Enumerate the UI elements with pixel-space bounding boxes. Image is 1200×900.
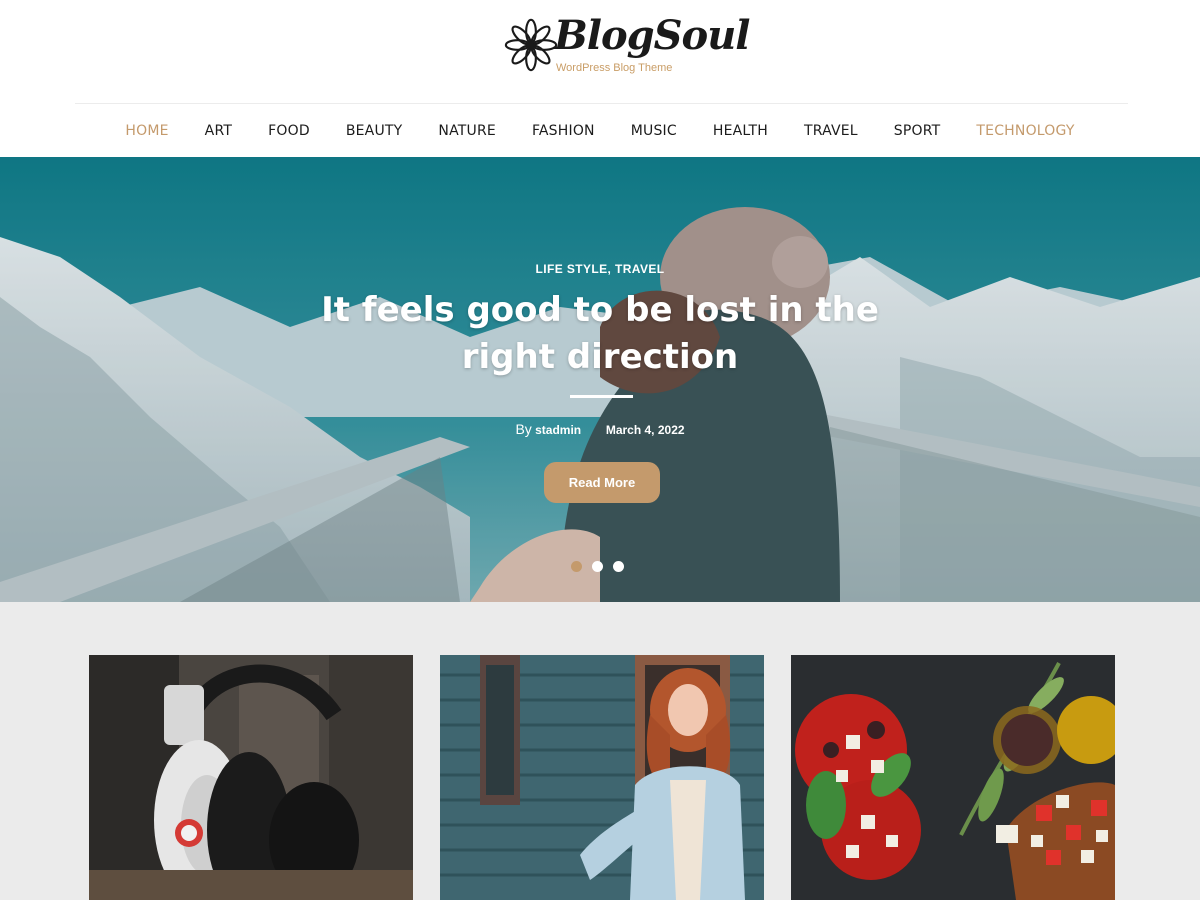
hero-slide-content: LIFE STYLE, TRAVEL It feels good to be l…	[300, 157, 900, 602]
hero-author-link[interactable]: stadmin	[535, 423, 581, 437]
featured-posts-grid	[0, 602, 1200, 900]
post-card-3[interactable]	[791, 655, 1115, 900]
hero-categories[interactable]: LIFE STYLE, TRAVEL	[300, 262, 900, 276]
site-logo[interactable]: BlogSoul WordPress Blog Theme	[502, 12, 750, 78]
bruschetta-food-image	[791, 655, 1115, 900]
nav-item-food[interactable]: FOOD	[268, 123, 310, 139]
nav-item-art[interactable]: ART	[205, 123, 232, 139]
byline-label: By	[515, 421, 532, 437]
woman-denim-jacket-image	[440, 655, 764, 900]
logo-tagline: WordPress Blog Theme	[556, 62, 673, 74]
site-header: BlogSoul WordPress Blog Theme	[0, 0, 1200, 104]
hero-date: March 4, 2022	[605, 423, 685, 437]
nav-item-music[interactable]: MUSIC	[631, 123, 677, 139]
hero-post-meta: By stadmin March 4, 2022	[300, 421, 900, 437]
slider-dot-2[interactable]	[592, 561, 603, 572]
headphones-image	[89, 655, 413, 900]
slider-dot-3[interactable]	[613, 561, 624, 572]
flower-logo-icon	[504, 18, 558, 72]
hero-title[interactable]: It feels good to be lost in the right di…	[300, 287, 900, 381]
nav-item-fashion[interactable]: FASHION	[532, 123, 595, 139]
nav-item-sport[interactable]: SPORT	[894, 123, 941, 139]
nav-item-travel[interactable]: TRAVEL	[804, 123, 858, 139]
main-navigation: HOME ART FOOD BEAUTY NATURE FASHION MUSI…	[0, 104, 1200, 157]
slider-dot-1[interactable]	[571, 561, 582, 572]
nav-item-health[interactable]: HEALTH	[713, 123, 768, 139]
read-more-button[interactable]: Read More	[544, 462, 660, 503]
post-card-2[interactable]	[440, 655, 764, 900]
nav-item-beauty[interactable]: BEAUTY	[346, 123, 403, 139]
post-card-1[interactable]	[89, 655, 413, 900]
nav-item-technology[interactable]: TECHNOLOGY	[976, 123, 1074, 139]
hero-divider	[570, 395, 633, 398]
slider-dots	[571, 561, 624, 573]
nav-item-home[interactable]: HOME	[125, 123, 168, 139]
nav-item-nature[interactable]: NATURE	[438, 123, 496, 139]
hero-slider: LIFE STYLE, TRAVEL It feels good to be l…	[0, 157, 1200, 602]
logo-wordmark: BlogSoul	[554, 12, 750, 59]
